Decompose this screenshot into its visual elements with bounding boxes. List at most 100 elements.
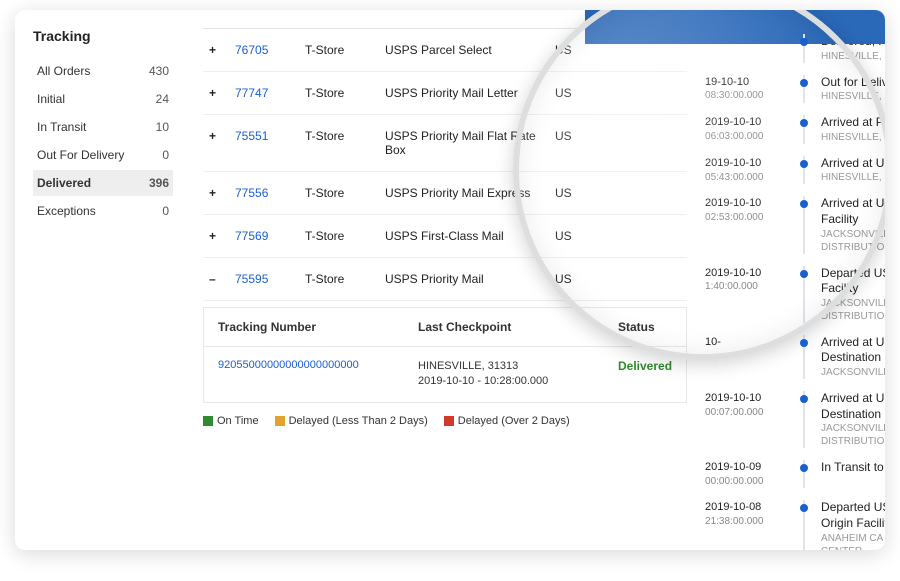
- order-service: USPS First-Class Mail: [385, 229, 555, 243]
- sidebar-item-count: 0: [162, 148, 169, 162]
- timeline-connector: [797, 115, 811, 144]
- timeline-date: 2019-10-0821:38:00.000: [705, 500, 787, 550]
- sidebar-item-initial[interactable]: Initial 24: [33, 86, 173, 112]
- timeline-event-subtitle: JACKSONVILLE FL NETWORK DISTRIBUTION CEN…: [821, 297, 885, 323]
- timeline-event-subtitle: ANAHEIM CA DISTRIBUTION CENTER,: [821, 532, 885, 550]
- sidebar-item-all-orders[interactable]: All Orders 430: [33, 58, 173, 84]
- timeline-connector: [797, 335, 811, 379]
- order-row: + 75551 T-Store USPS Priority Mail Flat …: [203, 115, 687, 172]
- status-badge: Delivered: [618, 359, 672, 390]
- timeline-event-subtitle: HINESVILLE, 31313: [821, 171, 885, 184]
- order-id-link[interactable]: 77747: [235, 86, 305, 100]
- timeline-date: 19-10-1008:30:00.000: [705, 75, 787, 104]
- timeline-dot-icon: [800, 270, 808, 278]
- timeline-item: 2019-10-1005:43:00.000Arrived at USPS Fa…: [705, 150, 885, 191]
- order-country: US: [555, 186, 595, 200]
- timeline-event-title: Arrived at USPS Regional Facility: [821, 196, 885, 227]
- timeline-dot-icon: [800, 200, 808, 208]
- timeline-event-subtitle: HINESVILLE, 31313: [821, 50, 885, 63]
- order-row: – 75595 T-Store USPS Priority Mail US: [203, 258, 687, 301]
- swatch-red: [444, 416, 454, 426]
- timeline-dot-icon: [800, 38, 808, 46]
- timeline-item: 2019-10-1002:53:00.000Arrived at USPS Re…: [705, 190, 885, 259]
- order-service: USPS Priority Mail Express: [385, 186, 555, 200]
- last-checkpoint: HINESVILLE, 31313 2019-10-10 - 10:28:00.…: [418, 359, 618, 390]
- timeline-dot-icon: [800, 464, 808, 472]
- timeline-item: 2019-10-101:40:00.000Departed USPS Regio…: [705, 260, 885, 329]
- swatch-orange: [275, 416, 285, 426]
- sidebar-title: Tracking: [33, 28, 173, 44]
- checkpoint-time: 2019-10-10 - 10:28:00.000: [418, 375, 548, 387]
- timeline-event-title: Departed USPS Regional Facility: [821, 266, 885, 297]
- timeline-event-subtitle: HINESVILLE, 31313: [821, 131, 885, 144]
- timeline-event-title: Arrived at USPS Regional Destination Fac…: [821, 335, 885, 366]
- expand-toggle[interactable]: +: [209, 86, 235, 100]
- order-service: USPS Priority Mail: [385, 272, 555, 286]
- timeline-item: 2019-10-0900:00:00.000In Transit to Next…: [705, 454, 885, 494]
- timeline-text: Arrived at Post OfficeHINESVILLE, 31313: [821, 115, 885, 144]
- timeline-dot-icon: [800, 504, 808, 512]
- order-service: USPS Priority Mail Flat Rate Box: [385, 129, 555, 157]
- order-store: T-Store: [305, 129, 385, 143]
- timeline-event-title: Out for Delivery: [821, 75, 885, 91]
- timeline-dot-icon: [800, 339, 808, 347]
- timeline-date: 2019-10-1000:07:00.000: [705, 391, 787, 448]
- tracking-number-link[interactable]: 92055000000000000000000: [218, 359, 418, 390]
- timeline-date: 2019-10-1006:03:00.000: [705, 115, 787, 144]
- timeline-connector: [797, 391, 811, 448]
- checkpoint-location: HINESVILLE, 31313: [418, 360, 518, 372]
- tracking-sidebar: Tracking All Orders 430 Initial 24 In Tr…: [33, 28, 173, 538]
- timeline-time: 08:30:00.000: [705, 89, 787, 103]
- collapse-toggle[interactable]: –: [209, 272, 235, 286]
- sidebar-item-count: 396: [149, 176, 169, 190]
- tracking-timeline: 10.000Delivered, FrontHINESVILLE, 313131…: [687, 28, 885, 538]
- timeline-connector: [797, 266, 811, 323]
- timeline-time: 06:03:00.000: [705, 130, 787, 144]
- detail-header-row: Tracking Number Last Checkpoint Status: [204, 308, 686, 347]
- timeline-event-subtitle: JACKSONVILLE FL DISTRIBUTION CENTER,: [821, 228, 885, 254]
- detail-row: 92055000000000000000000 HINESVILLE, 3131…: [204, 347, 686, 402]
- legend-on-time: On Time: [203, 415, 259, 427]
- order-id-link[interactable]: 77569: [235, 229, 305, 243]
- sidebar-item-out-for-delivery[interactable]: Out For Delivery 0: [33, 142, 173, 168]
- timeline-item: 10- Arrived at USPS Regional Destination …: [705, 329, 885, 385]
- timeline-event-subtitle: JACKSONVILLE FL NETWORK DISTRIBUTION CEN…: [821, 422, 885, 448]
- order-service: USPS Parcel Select: [385, 43, 555, 57]
- detail-header-last-checkpoint: Last Checkpoint: [418, 320, 618, 334]
- legend-delayed-gt2: Delayed (Over 2 Days): [444, 415, 570, 427]
- timeline-dot-icon: [800, 79, 808, 87]
- order-id-link[interactable]: 75595: [235, 272, 305, 286]
- sidebar-item-label: Delivered: [37, 176, 91, 190]
- sidebar-item-exceptions[interactable]: Exceptions 0: [33, 198, 173, 224]
- timeline-text: Arrived at USPS Regional Destination Fac…: [821, 335, 885, 379]
- order-country: US: [555, 86, 595, 100]
- order-detail-table: Tracking Number Last Checkpoint Status 9…: [203, 307, 687, 403]
- timeline-date: 2019-10-1005:43:00.000: [705, 156, 787, 185]
- sidebar-item-label: Exceptions: [37, 204, 96, 218]
- expand-toggle[interactable]: +: [209, 129, 235, 143]
- timeline-time: 02:53:00.000: [705, 211, 787, 225]
- timeline-event-title: Departed USPS Regional Origin Facility: [821, 500, 885, 531]
- expand-toggle[interactable]: +: [209, 186, 235, 200]
- sidebar-item-label: Out For Delivery: [37, 148, 124, 162]
- timeline-event-subtitle: JACKSONVILLE FL: [821, 366, 885, 379]
- expand-toggle[interactable]: +: [209, 43, 235, 57]
- timeline-date: 10-: [705, 335, 787, 379]
- order-id-link[interactable]: 77556: [235, 186, 305, 200]
- order-store: T-Store: [305, 272, 385, 286]
- order-country: US: [555, 129, 595, 143]
- timeline-dot-icon: [800, 119, 808, 127]
- timeline-connector: [797, 34, 811, 63]
- order-row: + 77747 T-Store USPS Priority Mail Lette…: [203, 72, 687, 115]
- order-id-link[interactable]: 76705: [235, 43, 305, 57]
- order-id-link[interactable]: 75551: [235, 129, 305, 143]
- panel-header-bar: [585, 10, 885, 44]
- expand-toggle[interactable]: +: [209, 229, 235, 243]
- sidebar-item-delivered[interactable]: Delivered 396: [33, 170, 173, 196]
- sidebar-item-in-transit[interactable]: In Transit 10: [33, 114, 173, 140]
- timeline-connector: [797, 196, 811, 253]
- swatch-green: [203, 416, 213, 426]
- legend-delayed-lt2: Delayed (Less Than 2 Days): [275, 415, 428, 427]
- status-legend: On Time Delayed (Less Than 2 Days) Delay…: [203, 415, 687, 427]
- timeline-connector: [797, 156, 811, 185]
